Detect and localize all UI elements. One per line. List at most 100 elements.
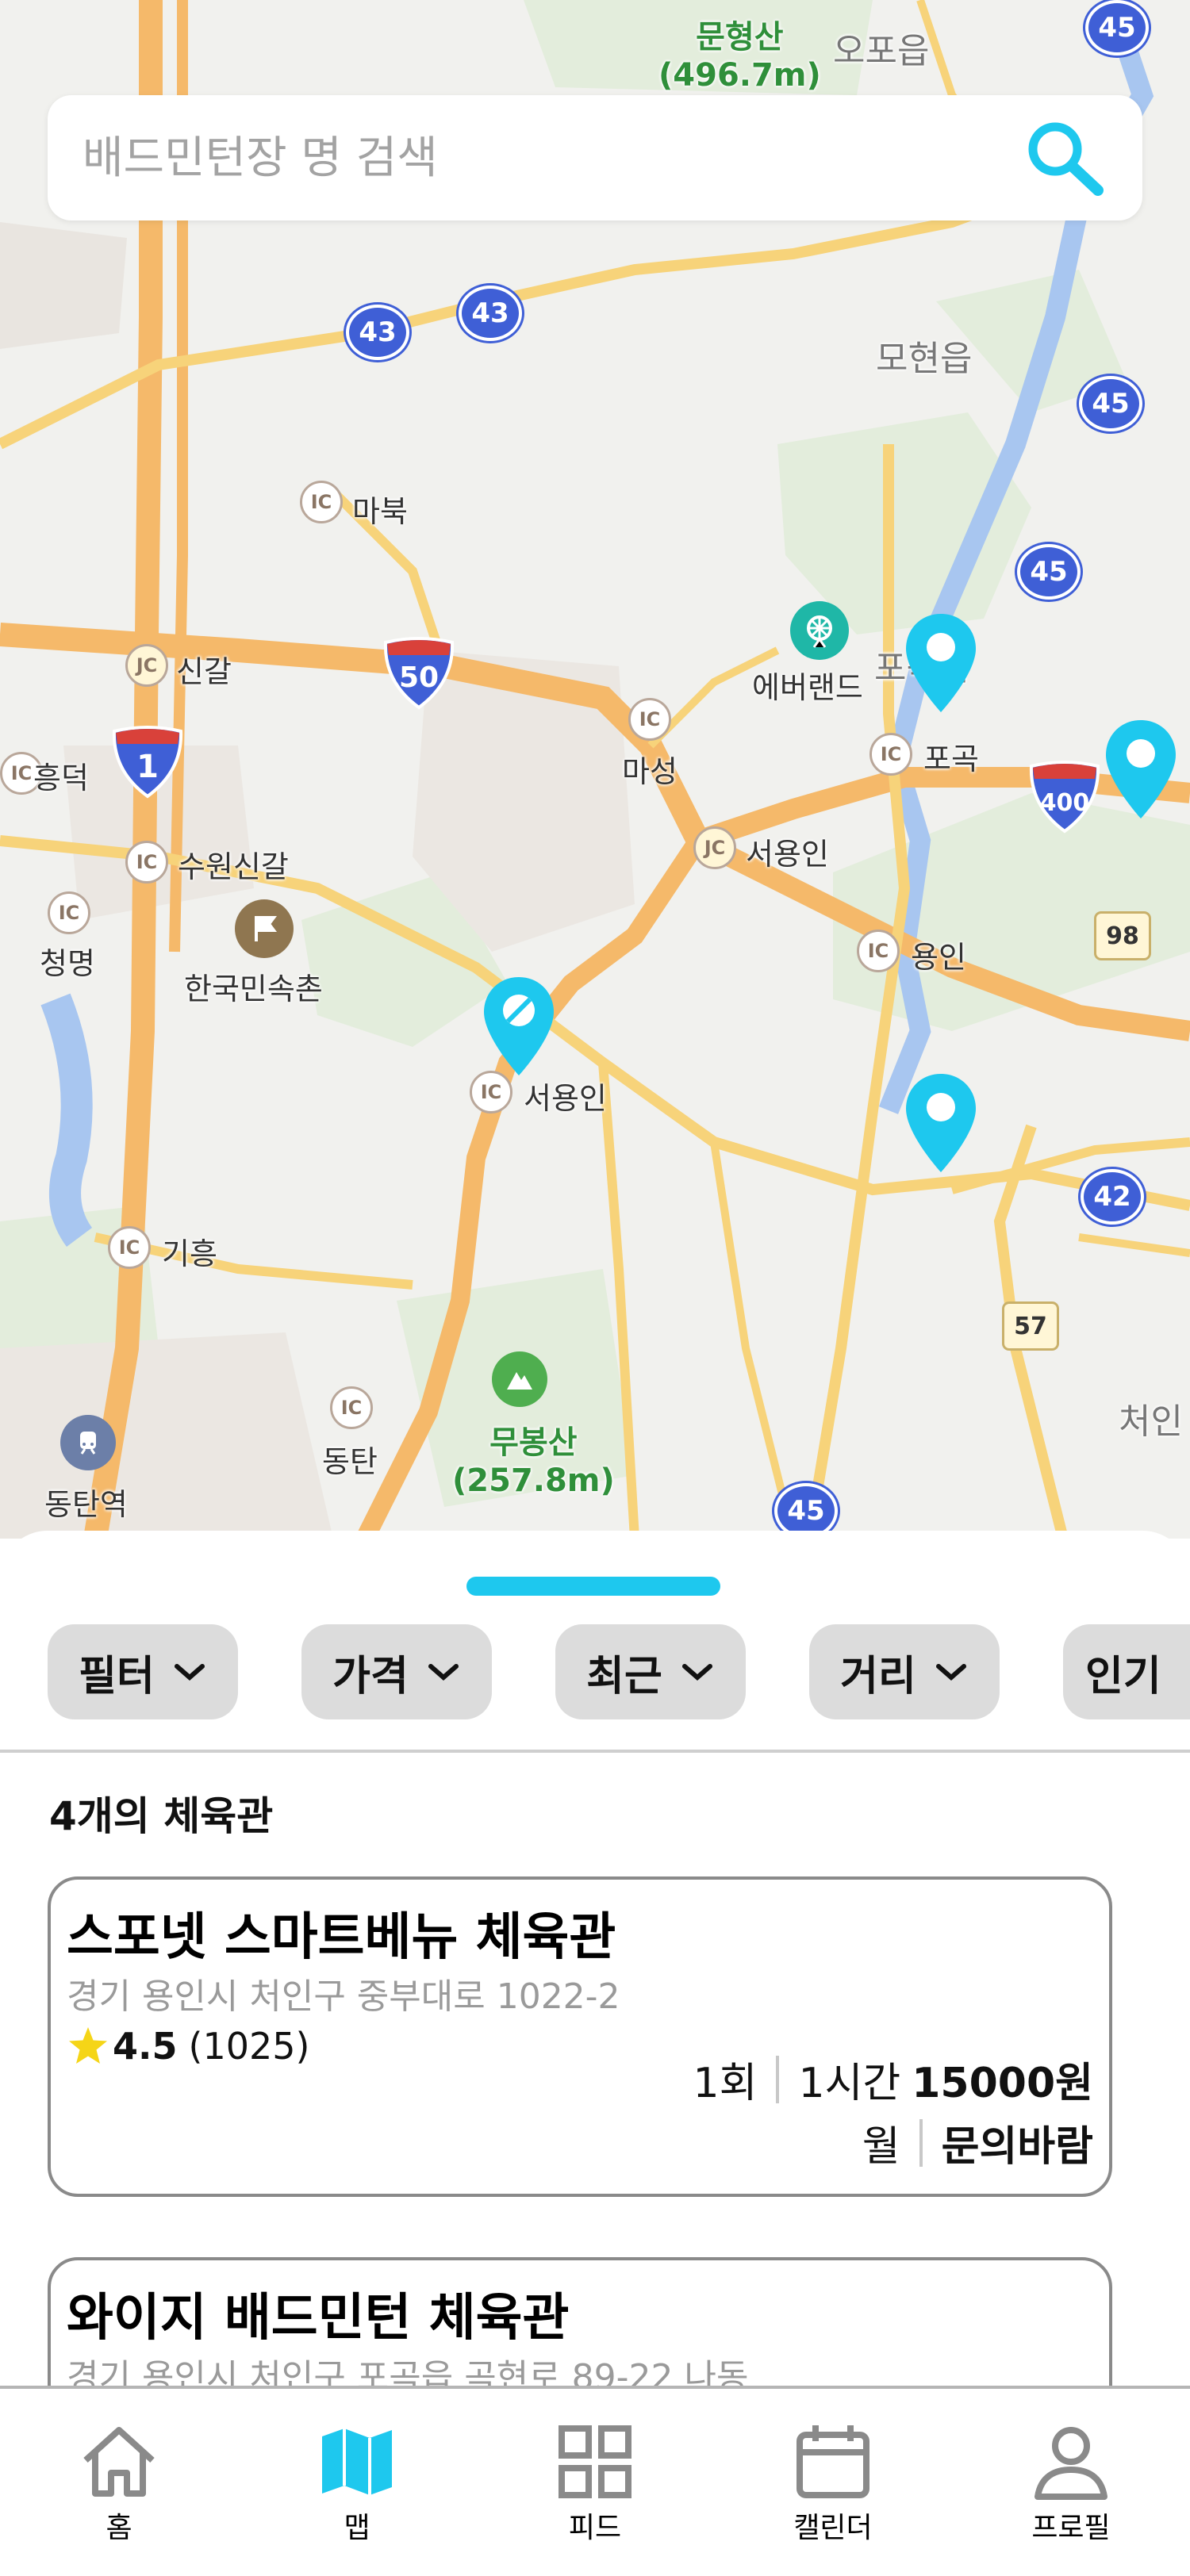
calendar-icon [797, 2425, 869, 2498]
map-label-dongtan-station: 동탄역 [44, 1487, 128, 1522]
route-badge-43: 43 [346, 305, 409, 360]
svg-text:1: 1 [136, 749, 159, 785]
route-badge-42: 42 [1081, 1169, 1144, 1225]
results-sheet: 필터 가격 최근 거리 인기 4개의 체육관 스포넷 스마트베뉴 체육관 경기 … [0, 1531, 1190, 2432]
search-bar [48, 95, 1142, 220]
chip-label: 거리 [840, 1652, 916, 1700]
home-icon [83, 2427, 155, 2497]
tab-home[interactable]: 홈 [40, 2421, 198, 2555]
map-label-yongin: 용인 [911, 940, 966, 975]
result-count: 4개의 체육관 [49, 1793, 274, 1839]
train-icon [60, 1415, 116, 1470]
ic-maseong: IC [628, 698, 671, 741]
price-row-session: 1회 1시간 15000원 [693, 2049, 1093, 2109]
map-label-mohyeon: 모현읍 [876, 339, 973, 379]
tab-feed[interactable]: 피드 [516, 2421, 674, 2555]
sheet-drag-handle[interactable] [466, 1577, 720, 1596]
chevron-down-icon [428, 1664, 459, 1681]
gym-pin-marker[interactable] [903, 1071, 979, 1175]
ferris-wheel-icon [790, 601, 849, 660]
map-label-everland: 에버랜드 [752, 670, 863, 705]
tab-label: 프로필 [1031, 2512, 1111, 2544]
tab-calendar[interactable]: 캘린더 [754, 2421, 912, 2555]
chip-label: 필터 [79, 1652, 155, 1700]
ic-pogok: IC [869, 733, 912, 776]
chip-label: 최근 [586, 1652, 662, 1700]
map-label-seoyongin-ic: 서용인 [524, 1081, 607, 1116]
map-label-singal: 신갈 [176, 654, 232, 689]
filter-chip-popular[interactable]: 인기 [1063, 1624, 1190, 1719]
tab-map[interactable]: 맵 [278, 2421, 436, 2555]
map-label-mubongsan: 무봉산 (257.8m) [452, 1424, 615, 1499]
map-label-dongtan-ic: 동탄 [322, 1444, 378, 1479]
map-icon [322, 2428, 392, 2495]
price-amount: 15000원 [912, 2060, 1093, 2107]
interstate-shield-1: 1 [112, 726, 183, 799]
price-amount: 문의바람 [941, 2123, 1093, 2171]
gym-pin-marker[interactable] [903, 611, 979, 715]
ic-suwon-singal: IC [125, 841, 168, 884]
search-icon[interactable] [1020, 114, 1107, 201]
search-input[interactable] [83, 132, 1020, 184]
price-separator [919, 2118, 923, 2167]
chip-label: 가격 [332, 1652, 409, 1700]
filter-chip-filter[interactable]: 필터 [48, 1624, 238, 1719]
map-label-heungdeok: 흥덕 [33, 761, 89, 795]
map-label-folk-village: 한국민속촌 [184, 972, 323, 1006]
route-badge-98: 98 [1096, 914, 1149, 958]
map-label-cheoin: 처인 [1119, 1401, 1183, 1442]
price-row-monthly: 월 문의바람 [862, 2113, 1093, 2172]
svg-text:400: 400 [1040, 789, 1090, 817]
rating-score: 4.5 [113, 2025, 178, 2068]
map-label-mabuk: 마북 [352, 494, 408, 529]
map-label-pogok: 포곡 [923, 742, 979, 776]
map-label-munhyeongsan: 문형산 (496.7m) [658, 19, 821, 94]
filter-chip-recent[interactable]: 최근 [555, 1624, 746, 1719]
tab-profile[interactable]: 프로필 [992, 2421, 1150, 2555]
gym-pin-marker-selected[interactable] [481, 974, 557, 1079]
route-badge-45: 45 [1079, 376, 1142, 431]
interstate-shield-400: 400 [1029, 761, 1100, 834]
ic-mabuk: IC [300, 481, 343, 523]
divider [0, 1750, 1190, 1753]
route-badge-45: 45 [1085, 0, 1149, 56]
gym-card[interactable]: 스포넷 스마트베뉴 체육관 경기 용인시 처인구 중부대로 1022-2 4.5… [48, 1876, 1112, 2197]
filter-chip-distance[interactable]: 거리 [809, 1624, 1000, 1719]
price-duration: 1시간 [798, 2060, 901, 2107]
ic-yongin: IC [857, 930, 900, 972]
ic-cheongmyeong: IC [48, 891, 90, 934]
flag-icon [235, 899, 294, 958]
route-badge-57: 57 [1004, 1304, 1057, 1348]
chip-label: 인기 [1085, 1652, 1161, 1700]
filter-chip-row: 필터 가격 최근 거리 인기 [48, 1624, 1190, 1719]
gym-address: 경기 용인시 처인구 중부대로 1022-2 [67, 1976, 620, 2017]
chevron-down-icon [935, 1664, 966, 1681]
tab-label: 캘린더 [793, 2512, 873, 2544]
map-label-suwon-singal: 수원신갈 [178, 849, 289, 884]
price-separator [776, 2055, 780, 2103]
map-label-cheongmyeong: 청명 [40, 946, 95, 981]
mountain-icon [492, 1351, 547, 1407]
gym-pin-marker[interactable] [1103, 717, 1179, 822]
gym-name: 와이지 배드민턴 체육관 [67, 2289, 570, 2348]
map-view[interactable]: 문형산 (496.7m) 오포읍 모현읍 IC 마북 JC 신갈 IC 흥덕 IC… [0, 0, 1190, 1539]
bottom-tab-bar: 홈 맵 피드 캘린더 프로필 [0, 2386, 1190, 2576]
ic-giheung: IC [108, 1226, 151, 1269]
tab-label: 홈 [106, 2512, 132, 2544]
star-icon [69, 2027, 107, 2064]
map-label-maseong: 마성 [622, 754, 678, 789]
review-count: (1025) [188, 2025, 310, 2068]
tab-label: 맵 [344, 2512, 370, 2544]
interstate-shield-50: 50 [383, 637, 455, 710]
map-label-opo: 오포읍 [833, 31, 930, 71]
svg-text:50: 50 [399, 661, 439, 694]
route-badge-45: 45 [1017, 544, 1081, 600]
price-unit: 월 [862, 2123, 900, 2171]
filter-chip-price[interactable]: 가격 [301, 1624, 492, 1719]
price-unit: 1회 [693, 2060, 758, 2107]
chevron-down-icon [174, 1664, 205, 1681]
route-badge-43: 43 [459, 286, 522, 341]
profile-icon [1035, 2427, 1107, 2500]
chevron-down-icon [681, 1664, 712, 1681]
jc-singal: JC [125, 644, 168, 687]
